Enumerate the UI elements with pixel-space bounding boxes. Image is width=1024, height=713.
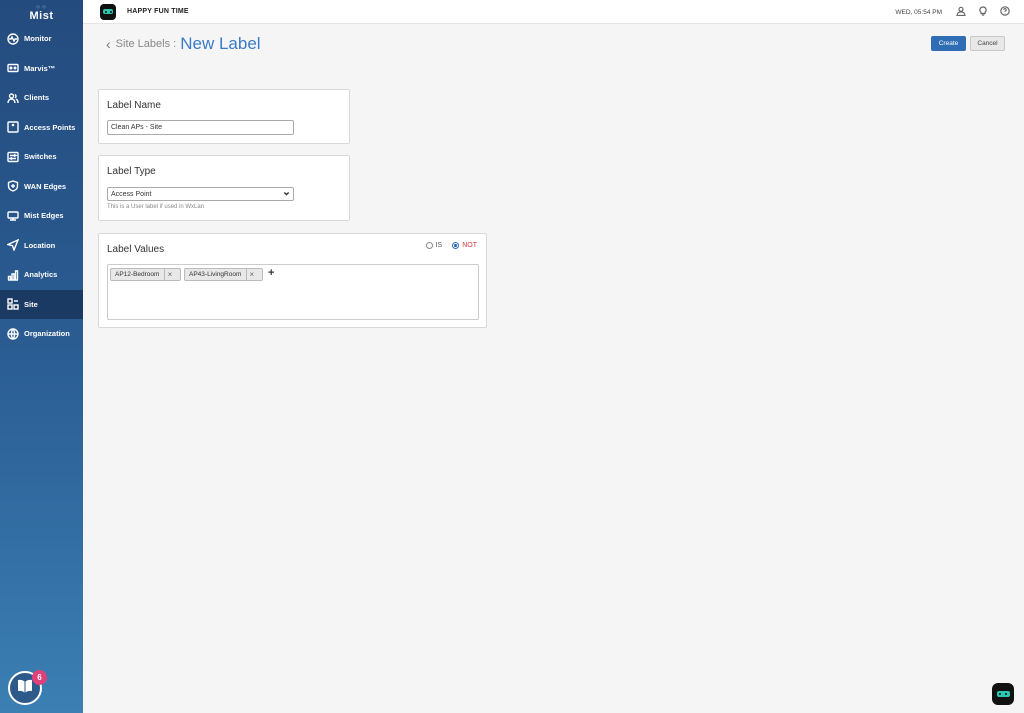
logo-text: Mist: [29, 10, 54, 22]
sidebar-item-label: Analytics: [24, 270, 58, 280]
sidebar: ⁘⁘ Mist Monitor Marvis™ Clients Access P…: [0, 0, 83, 713]
value-tag: AP12-Bedroom ×: [110, 268, 181, 281]
cancel-button[interactable]: Cancel: [970, 36, 1005, 51]
sidebar-item-marvis[interactable]: Marvis™: [0, 54, 83, 84]
radio-is-circle[interactable]: [425, 242, 433, 249]
top-header: HAPPY FUN TIME WED, 05:54 PM: [83, 0, 1024, 24]
label-values-box[interactable]: AP12-Bedroom × AP43-LivingRoom × +: [107, 264, 479, 320]
sidebar-item-label: Mist Edges: [24, 211, 64, 221]
label-name-heading: Label Name: [107, 100, 161, 111]
back-chevron-icon[interactable]: ‹: [106, 36, 111, 52]
breadcrumb[interactable]: Site Labels :: [116, 38, 177, 50]
chevron-down-icon: [283, 190, 290, 199]
radio-not[interactable]: NOT: [452, 242, 477, 249]
marvis-icon: [6, 62, 19, 75]
lightbulb-icon[interactable]: [978, 3, 988, 21]
label-values-card: Label Values IS NOT AP12-Bedroom × AP43-…: [98, 233, 487, 328]
sidebar-item-mist-edges[interactable]: Mist Edges: [0, 201, 83, 231]
label-name-card: Label Name Clean APs - Site: [98, 89, 350, 144]
globe-icon: [6, 327, 19, 340]
sidebar-item-location[interactable]: Location: [0, 231, 83, 261]
label-type-hint: This is a User label if used in WxLan: [107, 204, 205, 210]
sidebar-item-switches[interactable]: Switches: [0, 142, 83, 172]
org-name[interactable]: HAPPY FUN TIME: [127, 8, 189, 15]
help-icon[interactable]: [1000, 3, 1010, 21]
sidebar-item-label: WAN Edges: [24, 181, 67, 191]
mist-logo[interactable]: ⁘⁘ Mist: [0, 0, 83, 24]
page-title: New Label: [180, 34, 261, 53]
value-tag-label: AP43-LivingRoom: [189, 271, 242, 278]
add-value-icon[interactable]: +: [268, 267, 274, 279]
marvis-bot-button[interactable]: [992, 683, 1014, 705]
site-icon: [6, 298, 19, 311]
label-type-heading: Label Type: [107, 166, 156, 177]
value-tag-label: AP12-Bedroom: [115, 271, 160, 278]
radio-not-label: NOT: [462, 242, 477, 249]
sidebar-item-analytics[interactable]: Analytics: [0, 260, 83, 290]
bot-icon: [996, 691, 1010, 697]
create-button[interactable]: Create: [931, 36, 966, 51]
sidebar-item-clients[interactable]: Clients: [0, 83, 83, 113]
label-type-card: Label Type Access Point This is a User l…: [98, 155, 350, 221]
sidebar-item-monitor[interactable]: Monitor: [0, 24, 83, 54]
location-icon: [6, 239, 19, 252]
user-icon[interactable]: [956, 3, 966, 21]
page-title-row: ‹ Site Labels : New Label: [106, 34, 261, 54]
sidebar-item-access-points[interactable]: Access Points: [0, 113, 83, 143]
book-icon: [16, 677, 34, 700]
sidebar-item-label: Access Points: [24, 122, 76, 132]
label-type-select[interactable]: Access Point: [107, 187, 294, 201]
remove-tag-icon[interactable]: ×: [164, 269, 174, 280]
shield-icon: [6, 180, 19, 193]
server-icon: [6, 209, 19, 222]
monitor-icon: [6, 32, 19, 45]
sidebar-item-site[interactable]: Site: [0, 289, 83, 319]
label-type-selected: Access Point: [111, 190, 152, 198]
sidebar-item-wan-edges[interactable]: WAN Edges: [0, 172, 83, 202]
notification-badge: 6: [32, 670, 47, 685]
label-values-heading: Label Values: [107, 244, 165, 255]
access-point-icon: [6, 121, 19, 134]
sidebar-item-label: Organization: [24, 329, 70, 339]
sidebar-item-label: Switches: [24, 152, 57, 162]
sidebar-item-organization[interactable]: Organization: [0, 319, 83, 349]
radio-not-circle[interactable]: [452, 242, 460, 249]
header-time: WED, 05:54 PM: [895, 8, 942, 16]
label-name-input[interactable]: Clean APs - Site: [107, 120, 294, 135]
switch-icon: [6, 150, 19, 163]
analytics-icon: [6, 268, 19, 281]
sidebar-item-label: Clients: [24, 93, 50, 103]
radio-is[interactable]: IS: [425, 242, 443, 249]
sidebar-item-label: Marvis™: [24, 63, 56, 73]
org-avatar-icon[interactable]: [100, 3, 116, 20]
clients-icon: [6, 91, 19, 104]
remove-tag-icon[interactable]: ×: [246, 269, 256, 280]
match-radio-group: IS NOT: [425, 242, 477, 249]
sidebar-item-label: Location: [24, 240, 56, 250]
sidebar-item-label: Site: [24, 299, 38, 309]
value-tag: AP43-LivingRoom ×: [184, 268, 263, 281]
sidebar-item-label: Monitor: [24, 34, 52, 44]
radio-is-label: IS: [435, 242, 443, 249]
